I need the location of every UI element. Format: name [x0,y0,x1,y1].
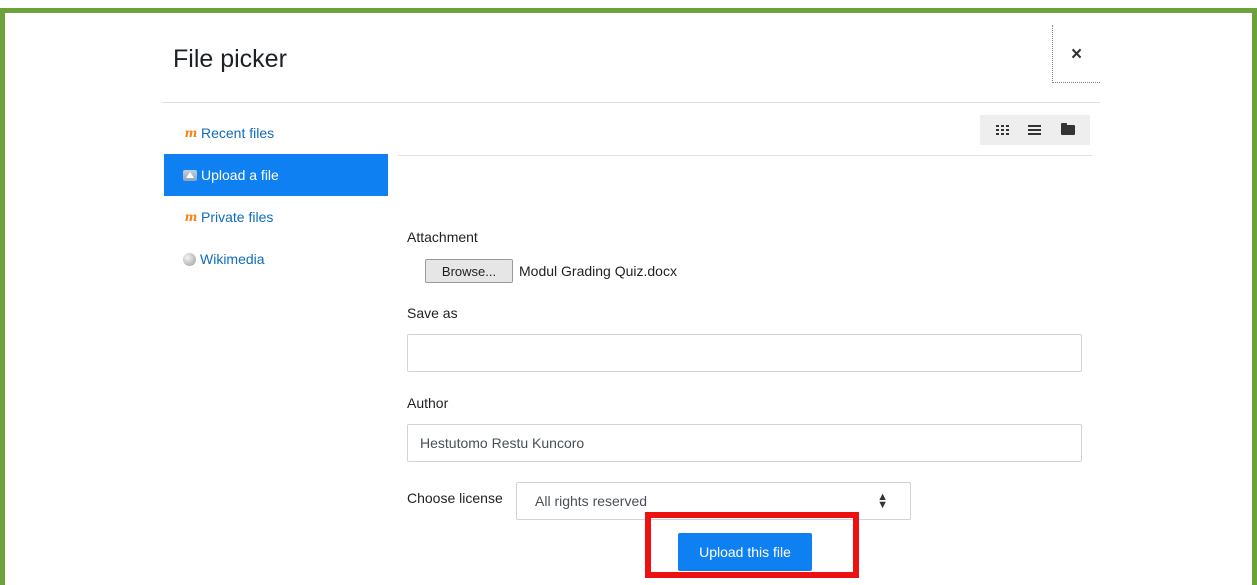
dialog-title: File picker [173,45,287,73]
list-view-icon [1028,125,1042,135]
license-select[interactable]: All rights reserved ▲ ▼ [516,482,911,520]
author-label: Author [407,395,449,411]
close-button-area: × [1052,25,1100,83]
selected-file-name: Modul Grading Quiz.docx [519,263,677,279]
browse-button[interactable]: Browse... [425,259,513,283]
attachment-label: Attachment [407,229,478,245]
license-label: Choose license [407,490,503,506]
grid-view-icon [995,125,1009,135]
folder-view-icon [1060,123,1075,135]
moodle-icon: m [184,210,198,224]
sidebar-item-label: Wikimedia [200,251,265,267]
license-selected-value: All rights reserved [535,493,648,509]
author-input[interactable] [407,424,1082,462]
sidebar-item-wikimedia[interactable]: Wikimedia [164,238,388,280]
view-toggle-group [980,115,1090,145]
wikimedia-globe-icon [183,252,196,266]
sidebar-item-recent-files[interactable]: m Recent files [164,112,388,154]
upload-this-file-button[interactable]: Upload this file [678,533,812,571]
sidebar-item-label: Upload a file [201,167,279,183]
list-view-button[interactable] [1026,123,1044,137]
folder-view-button[interactable] [1059,123,1077,137]
sidebar-item-private-files[interactable]: m Private files [164,196,388,238]
select-caret-icon: ▲ ▼ [877,491,888,511]
sidebar-item-upload-a-file[interactable]: Upload a file [164,154,388,196]
close-icon[interactable]: × [1071,45,1082,64]
repository-sidebar: m Recent files Upload a file m Private f… [164,112,388,280]
grid-view-button[interactable] [993,123,1011,137]
save-as-label: Save as [407,305,458,321]
toolbar-divider [398,155,1092,156]
sidebar-item-label: Private files [201,209,274,225]
save-as-input[interactable] [407,334,1082,372]
sidebar-item-label: Recent files [201,125,275,141]
upload-icon [183,169,197,181]
header-divider [162,102,1100,103]
moodle-icon: m [184,126,198,140]
